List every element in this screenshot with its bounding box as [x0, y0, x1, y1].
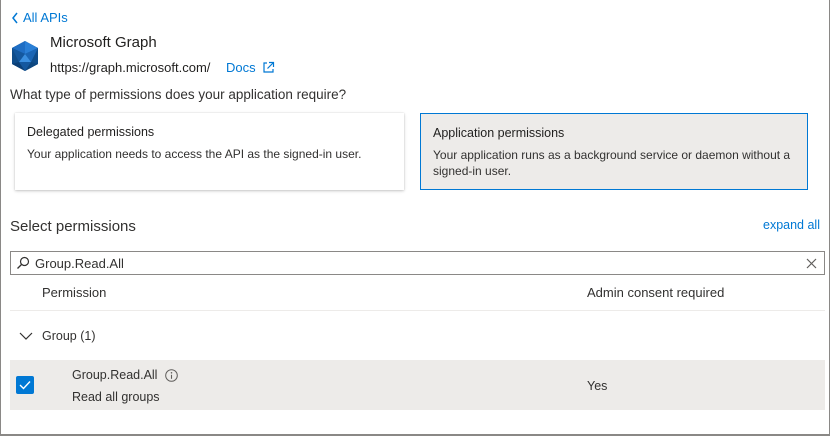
checkmark-icon	[19, 381, 31, 390]
back-to-all-apis-link[interactable]: All APIs	[10, 10, 68, 25]
chevron-left-icon	[12, 12, 18, 23]
permission-row: Group.Read.All Read all groups Yes	[10, 360, 825, 410]
group-label: Group (1)	[42, 329, 96, 343]
permission-description: Read all groups	[72, 390, 160, 404]
microsoft-graph-logo-icon	[12, 41, 38, 71]
docs-link-label: Docs	[226, 60, 256, 75]
api-url: https://graph.microsoft.com/	[50, 60, 211, 75]
card-title: Application permissions	[433, 126, 565, 140]
header-divider	[10, 310, 825, 311]
chevron-down-icon	[19, 332, 33, 340]
admin-consent-value: Yes	[587, 379, 608, 393]
expand-all-link[interactable]: expand all	[763, 218, 820, 232]
permission-group-toggle[interactable]: Group (1)	[10, 322, 96, 350]
search-icon	[17, 256, 30, 269]
search-input[interactable]	[30, 253, 806, 273]
card-description: Your application needs to access the API…	[27, 147, 362, 161]
docs-link[interactable]: Docs	[226, 60, 275, 75]
api-title: Microsoft Graph	[50, 34, 157, 51]
application-permissions-card[interactable]: Application permissions Your application…	[420, 113, 808, 190]
permission-type-question: What type of permissions does your appli…	[10, 87, 347, 102]
info-icon[interactable]	[165, 368, 179, 382]
column-header-permission: Permission	[42, 285, 107, 300]
close-icon[interactable]	[806, 258, 817, 269]
column-header-admin-consent: Admin consent required	[587, 285, 725, 300]
permission-name-wrap: Group.Read.All	[72, 368, 179, 382]
external-link-icon	[263, 61, 274, 73]
permission-name: Group.Read.All	[72, 368, 158, 382]
card-title: Delegated permissions	[27, 125, 155, 139]
select-permissions-heading: Select permissions	[10, 218, 136, 235]
permission-search-box	[10, 251, 825, 275]
permission-checkbox[interactable]	[16, 376, 34, 394]
back-link-label: All APIs	[23, 10, 68, 25]
delegated-permissions-card[interactable]: Delegated permissions Your application n…	[15, 113, 404, 190]
card-description: Your application runs as a background se…	[433, 148, 791, 178]
